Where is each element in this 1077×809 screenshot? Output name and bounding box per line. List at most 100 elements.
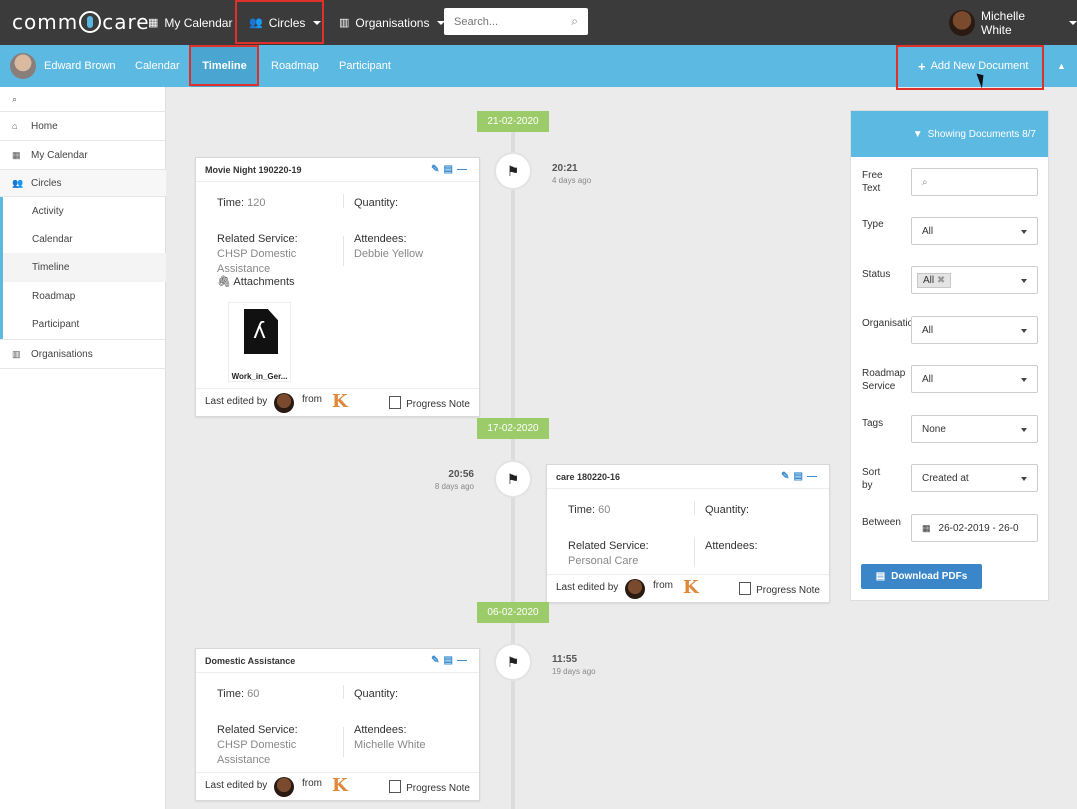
- chevron-down-icon: [1021, 230, 1027, 234]
- highlight-add-document: [896, 45, 1044, 90]
- card-header: Movie Night 190220-19 ✎▤—: [196, 158, 479, 182]
- card-actions: ✎▤—: [781, 471, 821, 482]
- sidebar-search[interactable]: ⌕: [0, 87, 166, 112]
- pdf-icon[interactable]: ▤: [444, 655, 457, 666]
- status-chip-value: All: [923, 274, 935, 286]
- entry-time-value: 20:56: [448, 469, 474, 480]
- highlight-circles: [235, 0, 324, 44]
- download-pdfs-button[interactable]: ▤ Download PDFs: [861, 564, 982, 589]
- free-text-input[interactable]: ⌕: [911, 168, 1038, 196]
- card-actions: ✎▤—: [431, 655, 471, 666]
- edit-icon[interactable]: ✎: [431, 655, 443, 666]
- building-icon: ▥: [12, 348, 21, 359]
- attendees-label: Attendees:: [705, 540, 758, 552]
- sort-by-select[interactable]: Created at: [911, 464, 1038, 492]
- calendar-icon: ▦: [922, 522, 931, 533]
- remove-icon[interactable]: ✖: [937, 275, 945, 286]
- quantity-field: Quantity:: [705, 503, 749, 517]
- sidebar-item-label: My Calendar: [31, 149, 88, 161]
- organisation-logo-icon[interactable]: K: [332, 776, 352, 796]
- sidebar-sub-timeline[interactable]: Timeline: [0, 253, 166, 282]
- quantity-field: Quantity:: [354, 687, 398, 701]
- client-name: Edward Brown: [44, 60, 116, 72]
- last-edited-label: Last edited by: [205, 780, 268, 791]
- sidebar-sub-label: Calendar: [32, 233, 73, 245]
- highlight-timeline: [189, 45, 259, 86]
- client-avatar: [10, 53, 36, 79]
- sidebar-sub-calendar[interactable]: Calendar: [0, 225, 166, 253]
- roadmap-service-select[interactable]: All: [911, 365, 1038, 393]
- entry-time-ago: 8 days ago: [434, 482, 474, 491]
- sidebar-item-home[interactable]: ⌂ Home: [0, 112, 166, 141]
- tab-roadmap[interactable]: Roadmap: [271, 45, 319, 87]
- commcare-logo[interactable]: comm care: [12, 10, 150, 34]
- divider: [343, 194, 344, 208]
- calendar-icon: ▦: [12, 149, 21, 160]
- sidebar-item-organisations[interactable]: ▥ Organisations: [0, 339, 166, 369]
- quantity-label: Quantity:: [705, 504, 750, 516]
- entry-time-value: 20:21: [552, 163, 578, 174]
- search-icon[interactable]: ⌕: [571, 14, 578, 29]
- card-title[interactable]: care 180220-16: [556, 472, 620, 482]
- chevron-down-icon: [1069, 21, 1077, 25]
- flag-icon: ⚑: [494, 643, 532, 681]
- organisation-logo-icon[interactable]: K: [683, 578, 703, 598]
- sidebar-sub-participant[interactable]: Participant: [0, 310, 166, 339]
- sidebar-item-circles[interactable]: 👥 Circles: [0, 170, 166, 197]
- collapse-minus-icon[interactable]: —: [457, 164, 471, 175]
- tags-select[interactable]: None: [911, 415, 1038, 443]
- search-icon: ⌕: [922, 176, 928, 188]
- service-value: CHSP Domestic Assistance: [217, 248, 297, 275]
- editor-avatar[interactable]: [274, 393, 294, 413]
- date-range-input[interactable]: ▦ 26-02-2019 - 26-0: [911, 514, 1038, 542]
- card-title[interactable]: Domestic Assistance: [205, 656, 295, 666]
- nav-organisations[interactable]: ▥ Organisations: [339, 0, 446, 45]
- pdf-icon[interactable]: ▤: [794, 471, 807, 482]
- calendar-icon: ▦: [148, 17, 159, 29]
- search-input[interactable]: [444, 8, 554, 35]
- pdf-file-icon: [244, 309, 278, 354]
- sidebar-sub-label: Activity: [32, 205, 64, 217]
- nav-my-calendar[interactable]: ▦ My Calendar: [148, 0, 232, 45]
- editor-avatar[interactable]: [625, 579, 645, 599]
- attachments-label: Attachments: [233, 276, 295, 288]
- time-field: Time: 60: [568, 503, 610, 517]
- collapse-icon[interactable]: ▲: [1057, 45, 1066, 87]
- tab-participant[interactable]: Participant: [339, 45, 391, 87]
- date-range-value: 26-02-2019 - 26-0: [938, 522, 1019, 534]
- divider: [343, 727, 344, 757]
- flag-icon: ⚑: [494, 152, 532, 190]
- sidebar-sub-activity[interactable]: Activity: [0, 197, 166, 225]
- attachment-tile[interactable]: Work_in_Ger...: [228, 302, 291, 382]
- collapse-minus-icon[interactable]: —: [457, 655, 471, 666]
- tab-calendar[interactable]: Calendar: [135, 45, 180, 87]
- attendees-field: Attendees: Michelle White: [354, 723, 426, 752]
- edit-icon[interactable]: ✎: [781, 471, 793, 482]
- status-select[interactable]: All ✖: [911, 266, 1038, 294]
- card-title[interactable]: Movie Night 190220-19: [205, 165, 302, 175]
- time-label: Time:: [217, 197, 245, 209]
- type-select-value: All: [922, 225, 934, 237]
- user-menu[interactable]: Michelle White: [949, 9, 1077, 37]
- organisation-logo-icon[interactable]: K: [332, 392, 352, 412]
- status-chip[interactable]: All ✖: [917, 272, 952, 288]
- organisation-select[interactable]: All: [911, 316, 1038, 344]
- client-profile-link[interactable]: Edward Brown: [10, 45, 116, 87]
- service-label: Related Service:: [217, 724, 298, 736]
- card-actions: ✎▤—: [431, 164, 471, 175]
- edit-icon[interactable]: ✎: [431, 164, 443, 175]
- sidebar-sub-roadmap[interactable]: Roadmap: [0, 282, 166, 310]
- document-type: Progress Note: [389, 780, 470, 794]
- sidebar-item-my-calendar[interactable]: ▦ My Calendar: [0, 141, 166, 170]
- collapse-minus-icon[interactable]: —: [807, 471, 821, 482]
- users-icon: 👥: [12, 177, 24, 188]
- type-select[interactable]: All: [911, 217, 1038, 245]
- editor-avatar[interactable]: [274, 777, 294, 797]
- pdf-icon[interactable]: ▤: [444, 164, 457, 175]
- service-field: Related Service: Personal Care: [568, 539, 649, 568]
- chevron-down-icon: [1021, 279, 1027, 283]
- organisation-label: Organisation: [862, 318, 912, 329]
- tags-select-value: None: [922, 423, 946, 435]
- organisation-select-value: All: [922, 324, 934, 336]
- sort-by-label: Sort by: [862, 467, 881, 491]
